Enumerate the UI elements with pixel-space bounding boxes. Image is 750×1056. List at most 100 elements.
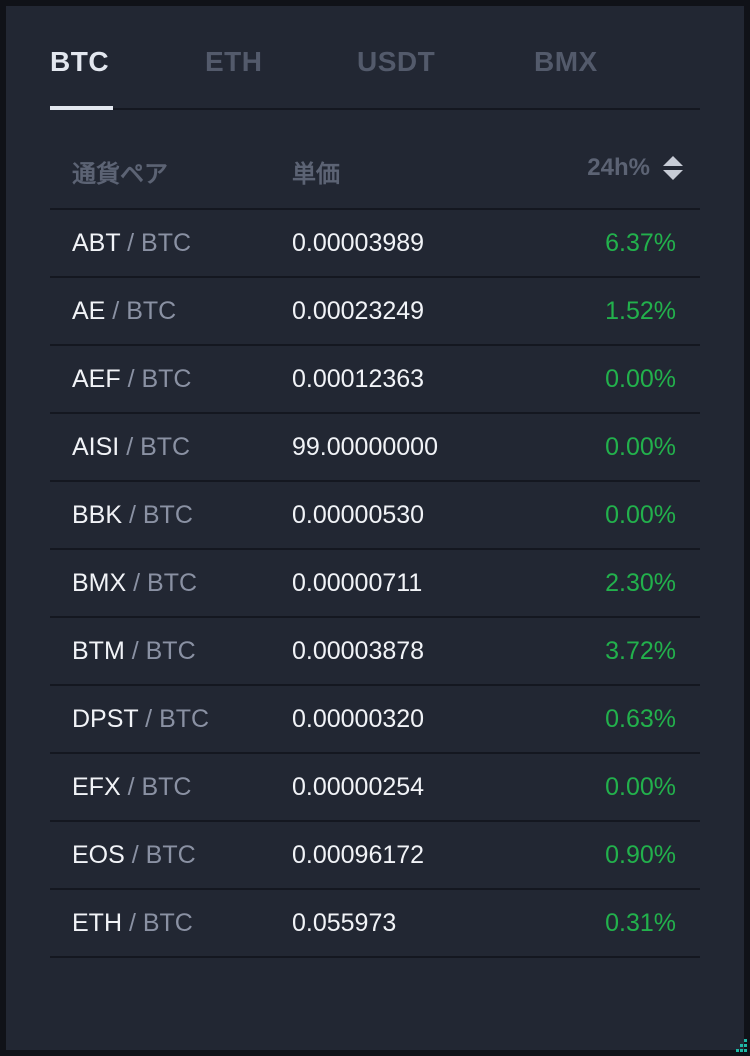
pair-cell: ETH / BTC: [72, 909, 193, 938]
price-cell: 0.00003878: [292, 637, 425, 665]
pair-cell: EOS / BTC: [72, 841, 196, 870]
pair-quote-symbol: BTC: [145, 841, 196, 869]
pair-base: ETH: [72, 909, 122, 937]
header-pair: 通貨ペア: [72, 161, 168, 188]
change-cell: 0.31%: [605, 909, 676, 937]
pair-separator: /: [120, 229, 142, 257]
pair-cell: BTM / BTC: [72, 637, 196, 666]
header-change[interactable]: 24h%: [587, 154, 650, 182]
price-cell: 0.00023249: [292, 297, 425, 325]
change-cell: 0.63%: [605, 705, 676, 733]
market-row[interactable]: BMX / BTC 0.00000711 2.30%: [50, 550, 700, 618]
pair-base: AEF: [72, 365, 121, 393]
market-panel: BTC ETH USDT BMX 通貨ペア 単価 24h% ABT / BTC 0…: [6, 6, 744, 1050]
pair-quote: / BTC: [120, 229, 191, 257]
change-cell: 0.00%: [605, 501, 676, 529]
pair-separator: /: [120, 365, 142, 393]
pair-separator: /: [119, 433, 141, 461]
table-header: 通貨ペア 単価 24h%: [50, 136, 700, 210]
price-cell: 0.055973: [292, 909, 397, 937]
corner-dots-icon: [736, 1039, 747, 1052]
pair-cell: DPST / BTC: [72, 705, 209, 734]
tab-label: USDT: [357, 46, 436, 77]
pair-base: BBK: [72, 501, 123, 529]
pair-base: BTM: [72, 637, 125, 665]
pair-separator: /: [120, 773, 142, 801]
pair-cell: AE / BTC: [72, 297, 176, 326]
price-cell: 0.00000711: [292, 569, 423, 597]
change-cell: 0.00%: [605, 433, 676, 461]
quote-currency-tabs: BTC ETH USDT BMX: [50, 32, 700, 110]
pair-base: BMX: [72, 569, 127, 597]
change-cell: 0.90%: [605, 841, 676, 869]
pair-quote: / BTC: [125, 841, 196, 869]
market-row[interactable]: AEF / BTC 0.00012363 0.00%: [50, 346, 700, 414]
tab-label: BTC: [50, 46, 110, 77]
active-tab-indicator: [50, 106, 113, 110]
price-cell: 0.00000320: [292, 705, 425, 733]
market-row[interactable]: EFX / BTC 0.00000254 0.00%: [50, 754, 700, 822]
market-list: ABT / BTC 0.00003989 6.37% AE / BTC 0.000232…: [50, 210, 700, 958]
tab-btc[interactable]: BTC: [50, 46, 113, 110]
change-cell: 1.52%: [605, 297, 676, 325]
pair-quote: / BTC: [125, 637, 196, 665]
pair-separator: /: [126, 569, 148, 597]
price-cell: 0.00003989: [292, 229, 425, 257]
pair-quote: / BTC: [122, 909, 193, 937]
tab-bmx[interactable]: BMX: [534, 46, 598, 78]
pair-separator: /: [124, 637, 146, 665]
tab-label: BMX: [534, 46, 598, 77]
pair-quote: / BTC: [121, 365, 192, 393]
market-row[interactable]: AE / BTC 0.00023249 1.52%: [50, 278, 700, 346]
tab-usdt[interactable]: USDT: [357, 46, 435, 78]
sort-updown-icon[interactable]: [662, 154, 684, 182]
change-cell: 3.72%: [605, 637, 676, 665]
change-cell: 0.00%: [605, 773, 676, 801]
header-price: 単価: [292, 161, 340, 188]
price-cell: 0.00096172: [292, 841, 425, 869]
pair-base: EOS: [72, 841, 125, 869]
pair-quote-symbol: BTC: [147, 569, 198, 597]
pair-quote-symbol: BTC: [140, 433, 191, 461]
pair-cell: BBK / BTC: [72, 501, 193, 530]
pair-base: ABT: [72, 229, 121, 257]
pair-cell: EFX / BTC: [72, 773, 191, 802]
market-row[interactable]: EOS / BTC 0.00096172 0.90%: [50, 822, 700, 890]
market-row[interactable]: ABT / BTC 0.00003989 6.37%: [50, 210, 700, 278]
pair-quote-symbol: BTC: [141, 229, 192, 257]
price-cell: 0.00012363: [292, 365, 425, 393]
pair-quote-symbol: BTC: [159, 705, 210, 733]
tab-label: ETH: [205, 46, 263, 77]
pair-base: AISI: [72, 433, 120, 461]
pair-quote: / BTC: [121, 773, 192, 801]
change-cell: 6.37%: [605, 229, 676, 257]
price-cell: 0.00000530: [292, 501, 425, 529]
pair-quote-symbol: BTC: [126, 297, 177, 325]
market-row[interactable]: BBK / BTC 0.00000530 0.00%: [50, 482, 700, 550]
pair-quote: / BTC: [119, 433, 190, 461]
price-cell: 99.00000000: [292, 433, 438, 461]
pair-separator: /: [122, 501, 143, 529]
pair-base: DPST: [72, 705, 139, 733]
pair-cell: BMX / BTC: [72, 569, 197, 598]
market-row[interactable]: DPST / BTC 0.00000320 0.63%: [50, 686, 700, 754]
pair-separator: /: [105, 297, 127, 325]
pair-quote-symbol: BTC: [142, 909, 193, 937]
change-cell: 2.30%: [605, 569, 676, 597]
pair-quote: / BTC: [105, 297, 176, 325]
pair-quote: / BTC: [138, 705, 209, 733]
pair-quote-symbol: BTC: [141, 773, 192, 801]
pair-separator: /: [124, 841, 146, 869]
pair-cell: AISI / BTC: [72, 433, 190, 462]
pair-cell: AEF / BTC: [72, 365, 191, 394]
pair-base: AE: [72, 297, 106, 325]
tab-eth[interactable]: ETH: [205, 46, 263, 78]
pair-quote-symbol: BTC: [145, 637, 196, 665]
market-row[interactable]: ETH / BTC 0.055973 0.31%: [50, 890, 700, 958]
market-row[interactable]: BTM / BTC 0.00003878 3.72%: [50, 618, 700, 686]
pair-quote: / BTC: [126, 569, 197, 597]
change-cell: 0.00%: [605, 365, 676, 393]
pair-cell: ABT / BTC: [72, 229, 191, 258]
pair-separator: /: [138, 705, 160, 733]
market-row[interactable]: AISI / BTC 99.00000000 0.00%: [50, 414, 700, 482]
